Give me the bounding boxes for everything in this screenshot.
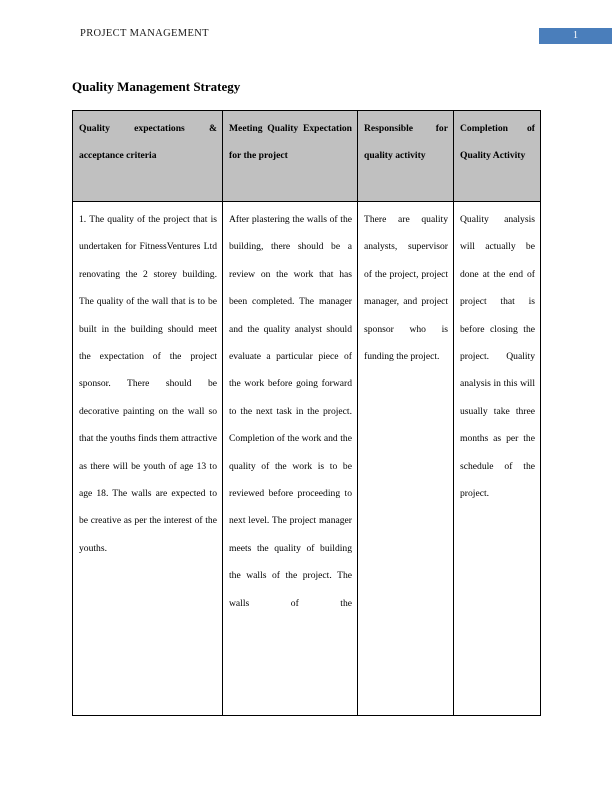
column-header-text: Responsible for quality activity xyxy=(364,123,448,162)
quality-management-table-container: Quality expectations & acceptance criter… xyxy=(72,110,541,716)
column-header-text: Meeting Quality Expectation for the proj… xyxy=(229,123,352,162)
cell-text: There are quality analysts, supervisor o… xyxy=(364,214,448,363)
running-header-title: PROJECT MANAGEMENT xyxy=(80,28,209,39)
cell-clip: 1. The quality of the project that is un… xyxy=(79,206,217,711)
cell-text: 1. The quality of the project that is un… xyxy=(79,214,217,554)
cell-responsible: There are quality analysts, supervisor o… xyxy=(357,201,454,716)
column-header-text: Completion of Quality Activity xyxy=(460,123,535,162)
page-number-value: 1 xyxy=(573,30,578,41)
cell-clip: Quality analysis will actually be done a… xyxy=(460,206,535,711)
page-title: Quality Management Strategy xyxy=(72,78,241,94)
column-header-text: Quality expectations & acceptance criter… xyxy=(79,123,217,162)
column-header-responsible: Responsible for quality activity xyxy=(357,110,454,202)
column-header-completion: Completion of Quality Activity xyxy=(453,110,541,202)
page-number-badge: 1 xyxy=(539,28,612,44)
cell-text: After plastering the walls of the buildi… xyxy=(229,214,352,609)
table-header-row: Quality expectations & acceptance criter… xyxy=(72,110,541,202)
quality-management-table: Quality expectations & acceptance criter… xyxy=(72,110,541,716)
cell-clip: After plastering the walls of the buildi… xyxy=(229,206,352,711)
cell-text: Quality analysis will actually be done a… xyxy=(460,214,535,500)
cell-acceptance-criteria: 1. The quality of the project that is un… xyxy=(72,201,223,716)
cell-clip: There are quality analysts, supervisor o… xyxy=(364,206,448,711)
column-header-acceptance-criteria: Quality expectations & acceptance criter… xyxy=(72,110,223,202)
cell-meeting-expectation: After plastering the walls of the buildi… xyxy=(222,201,358,716)
cell-completion: Quality analysis will actually be done a… xyxy=(453,201,541,716)
column-header-meeting-expectation: Meeting Quality Expectation for the proj… xyxy=(222,110,358,202)
table-row: 1. The quality of the project that is un… xyxy=(72,201,541,716)
